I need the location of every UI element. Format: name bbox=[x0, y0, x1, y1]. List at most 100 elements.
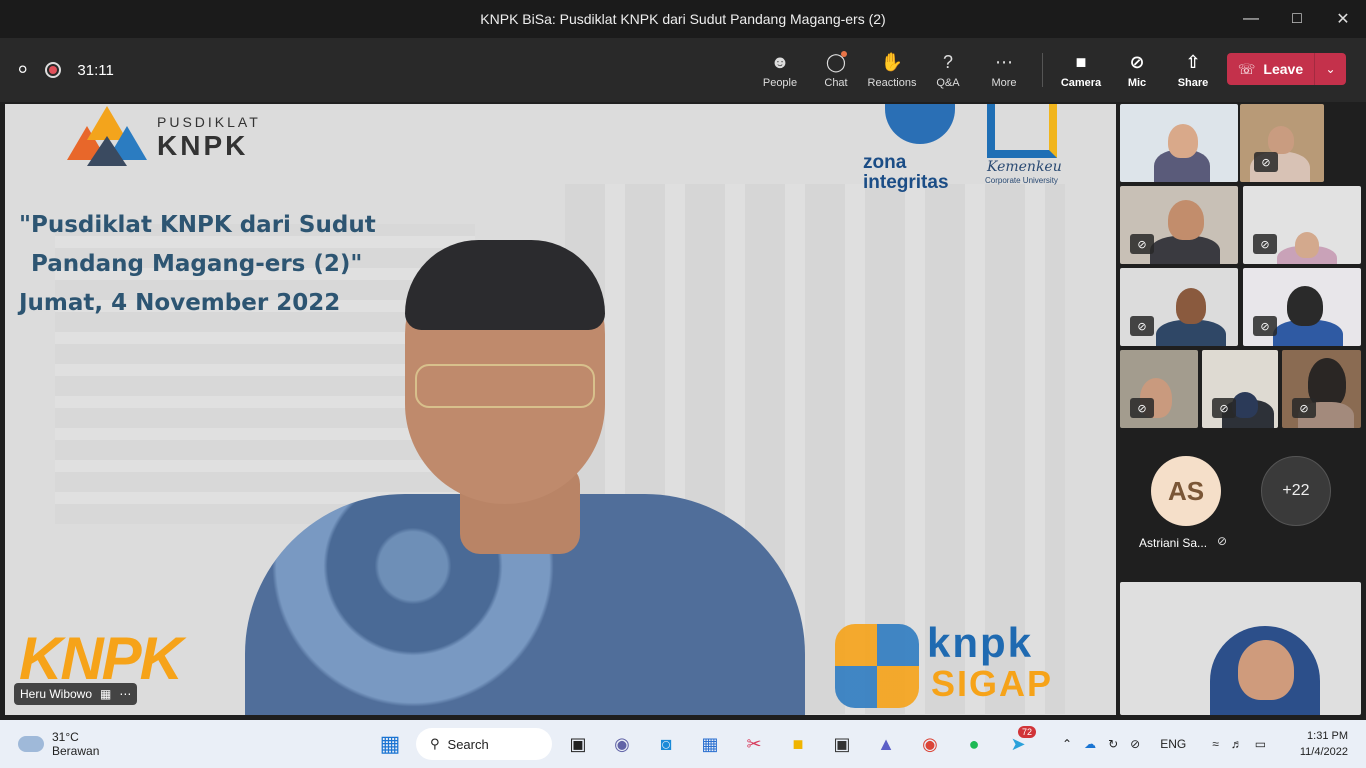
camera-icon: ■ bbox=[1075, 51, 1087, 72]
onedrive-icon[interactable]: ☁ bbox=[1084, 737, 1096, 751]
telegram-icon[interactable]: ➤ 72 bbox=[1000, 726, 1036, 762]
mic-off-icon[interactable]: ⊘ bbox=[1130, 737, 1140, 751]
system-tray: ⌃ ☁ ↻ ⊘ ENG ≈ ♬ ▭ bbox=[1062, 720, 1266, 768]
self-view-tile[interactable] bbox=[1120, 582, 1361, 715]
clock-time: 1:31 PM bbox=[1307, 730, 1348, 742]
more-options-icon[interactable]: ⋯ bbox=[119, 687, 131, 701]
mic-off-icon: ⊘ bbox=[1130, 398, 1154, 418]
zona-integritas-logo: zona integritas bbox=[863, 104, 973, 200]
share-button[interactable]: ⇧ Share bbox=[1165, 51, 1221, 90]
mic-off-icon: ⊘ bbox=[1217, 534, 1228, 548]
start-button[interactable]: ▦ bbox=[372, 726, 408, 762]
chat-icon: ◯ bbox=[825, 51, 847, 72]
close-icon[interactable]: ✕ bbox=[1320, 0, 1366, 38]
battery-icon[interactable]: ▭ bbox=[1255, 737, 1266, 751]
spotify-icon[interactable]: ● bbox=[956, 726, 992, 762]
teams-icon[interactable]: ▲ bbox=[868, 726, 904, 762]
notification-badge: 72 bbox=[1017, 726, 1036, 738]
qa-icon: ? bbox=[942, 51, 953, 72]
search-label: Search bbox=[447, 736, 489, 752]
participant-name: Astriani Sa... bbox=[1139, 536, 1208, 550]
sigap-text: SIGAP bbox=[931, 663, 1054, 704]
chat-button[interactable]: ◯ Chat bbox=[808, 51, 864, 89]
knpk-sigap-logo: knpk SIGAP bbox=[835, 619, 1065, 709]
mic-button[interactable]: ⊘ Mic bbox=[1109, 51, 1165, 90]
pin-icon[interactable]: ▦ bbox=[100, 687, 111, 701]
sticky-notes-icon[interactable]: ▣ bbox=[824, 726, 860, 762]
window-title: KNPK BiSa: Pusdiklat KNPK dari Sudut Pan… bbox=[480, 11, 886, 27]
participant-tile[interactable]: ⊘ bbox=[1120, 268, 1238, 346]
meeting-controls-bar: ⚪ 31:11 ☻ People ◯ Chat ✋ Reactions ? Q&… bbox=[0, 38, 1366, 102]
snipping-tool-icon[interactable]: ✂ bbox=[736, 726, 772, 762]
language-indicator[interactable]: ENG bbox=[1160, 737, 1186, 751]
people-label: People bbox=[762, 77, 798, 89]
clock[interactable]: 1:31 PM 11/4/2022 bbox=[1292, 728, 1348, 760]
camera-button[interactable]: ■ Camera bbox=[1053, 51, 1109, 90]
weather-widget[interactable]: 31°C Berawan bbox=[18, 730, 99, 758]
participant-tile[interactable]: ⊘ bbox=[1240, 104, 1324, 182]
chevron-up-icon[interactable]: ⌃ bbox=[1062, 737, 1072, 751]
phone-hangup-icon: ☏ bbox=[1237, 60, 1256, 77]
speaker-name-tag[interactable]: Heru Wibowo ▦ ⋯ bbox=[14, 683, 138, 705]
zona-hand-mark bbox=[885, 104, 955, 144]
leave-button[interactable]: ☏ Leave bbox=[1227, 61, 1314, 78]
window-controls: — □ ✕ bbox=[1228, 0, 1366, 38]
meeting-toolbar: ☻ People ◯ Chat ✋ Reactions ? Q&A ⋯ More… bbox=[752, 38, 1221, 102]
pusdiklat-knpk-logo: PUSDIKLAT KNPK bbox=[67, 106, 261, 170]
participant-tile[interactable] bbox=[1120, 104, 1238, 182]
participant-tile[interactable]: ⊘ bbox=[1202, 350, 1278, 428]
leave-button-group: ☏ Leave ⌄ bbox=[1227, 53, 1346, 85]
people-icon: ☻ bbox=[770, 51, 790, 72]
qa-button[interactable]: ? Q&A bbox=[920, 51, 976, 90]
share-label: Share bbox=[1177, 77, 1209, 89]
meeting-status: ⚪ 31:11 bbox=[0, 60, 114, 80]
weather-desc: Berawan bbox=[52, 744, 100, 758]
leave-label: Leave bbox=[1263, 61, 1304, 77]
main-video-stage[interactable]: PUSDIKLAT KNPK "Pusdiklat KNPK dari Sudu… bbox=[5, 104, 1116, 715]
qa-label: Q&A bbox=[936, 77, 960, 89]
camera-label: Camera bbox=[1060, 77, 1102, 89]
more-participants-button[interactable]: +22 bbox=[1261, 456, 1331, 526]
participant-avatar[interactable]: AS bbox=[1151, 456, 1221, 526]
participant-tile[interactable]: ⊘ bbox=[1120, 186, 1238, 264]
clock-date: 11/4/2022 bbox=[1299, 746, 1348, 758]
participant-tile[interactable]: ⊘ bbox=[1282, 350, 1361, 428]
taskbar-apps: ▦ ⚲ Search ▣ ◉ ◙ ▦ ✂ ■ ▣ ▲ ◉ ● ➤ 72 bbox=[372, 726, 1036, 762]
volume-icon[interactable]: ♬ bbox=[1231, 737, 1243, 751]
title-bar: KNPK BiSa: Pusdiklat KNPK dari Sudut Pan… bbox=[0, 0, 1366, 38]
maximize-icon[interactable]: □ bbox=[1274, 0, 1320, 38]
reactions-icon: ✋ bbox=[880, 51, 904, 72]
leave-options-button[interactable]: ⌄ bbox=[1314, 53, 1346, 85]
kemenkeu-text: Kemenkeu bbox=[987, 159, 1062, 175]
people-button[interactable]: ☻ People bbox=[752, 51, 808, 90]
integritas-text: integritas bbox=[863, 172, 949, 193]
sigap-knpk-text: knpk bbox=[927, 619, 1034, 666]
wifi-icon[interactable]: ≈ bbox=[1212, 737, 1219, 751]
store-icon[interactable]: ▦ bbox=[692, 726, 728, 762]
mic-off-icon: ⊘ bbox=[1130, 316, 1154, 336]
search-button[interactable]: ⚲ Search bbox=[416, 728, 552, 760]
participant-tile[interactable]: ⊘ bbox=[1243, 186, 1361, 264]
edge-icon[interactable]: ◙ bbox=[648, 726, 684, 762]
participant-tile[interactable]: ⊘ bbox=[1120, 350, 1198, 428]
chat-app-icon[interactable]: ◉ bbox=[604, 726, 640, 762]
file-explorer-icon[interactable]: ■ bbox=[780, 726, 816, 762]
more-button[interactable]: ⋯ More bbox=[976, 51, 1032, 90]
chrome-icon[interactable]: ◉ bbox=[912, 726, 948, 762]
corporate-university-text: Corporate University bbox=[985, 176, 1058, 185]
task-view-icon[interactable]: ▣ bbox=[560, 726, 596, 762]
shield-icon[interactable]: ⚪ bbox=[16, 60, 29, 80]
mic-label: Mic bbox=[1127, 77, 1147, 89]
zona-text: zona bbox=[863, 152, 907, 173]
mic-off-icon: ⊘ bbox=[1212, 398, 1236, 418]
participant-tile[interactable]: ⊘ bbox=[1243, 268, 1361, 346]
reactions-button[interactable]: ✋ Reactions bbox=[864, 51, 920, 90]
windows-taskbar: 31°C Berawan ▦ ⚲ Search ▣ ◉ ◙ ▦ ✂ ■ ▣ ▲ … bbox=[0, 720, 1366, 768]
sync-icon[interactable]: ↻ bbox=[1108, 737, 1118, 751]
meeting-timer: 31:11 bbox=[77, 61, 114, 79]
mic-off-icon: ⊘ bbox=[1253, 316, 1277, 336]
recording-icon bbox=[45, 62, 62, 78]
toolbar-divider bbox=[1042, 53, 1043, 87]
minimize-icon[interactable]: — bbox=[1228, 0, 1274, 38]
chat-label: Chat bbox=[824, 77, 848, 89]
